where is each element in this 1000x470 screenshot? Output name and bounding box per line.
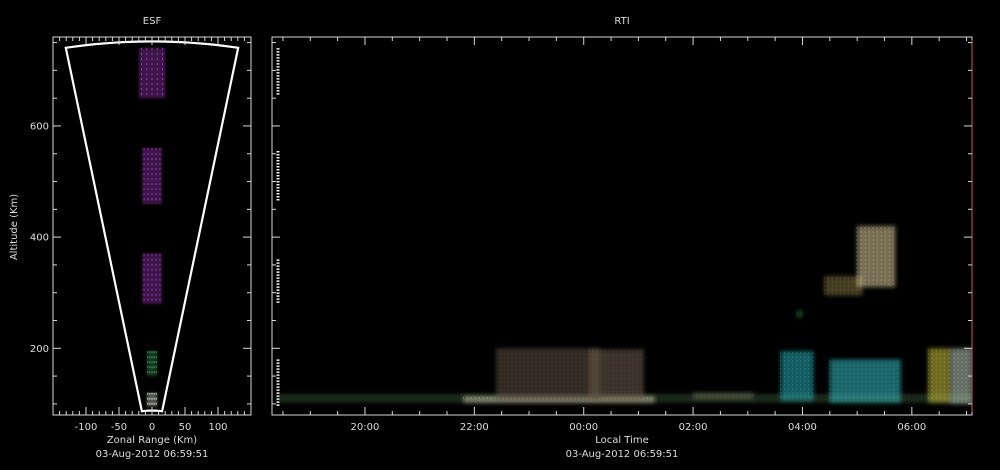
esf-x-tick-label: -50 bbox=[111, 422, 127, 433]
esf-x-tick-label: -100 bbox=[75, 422, 98, 433]
rti-x-tick-label: 02:00 bbox=[679, 422, 708, 433]
esf-x-tick-label: 100 bbox=[208, 422, 227, 433]
esf-y-axis-label: Altitude (Km) bbox=[9, 194, 20, 260]
rti-echo-patch bbox=[829, 359, 901, 403]
esf-panel: ESF -100 -50 0 50 100 200 400 600 Zonal Range … bbox=[9, 16, 252, 460]
esf-title: ESF bbox=[143, 16, 162, 27]
esf-x-tick-label: 50 bbox=[179, 422, 192, 433]
esf-x-axis-label: Zonal Range (Km) bbox=[107, 435, 197, 446]
rti-echo-patch bbox=[796, 310, 803, 318]
rti-x-tick-label: 20:00 bbox=[351, 422, 380, 433]
rti-echo-patch bbox=[856, 226, 896, 288]
rti-timestamp: 03-Aug-2012 06:59:51 bbox=[566, 449, 679, 460]
rti-echo-patch bbox=[692, 392, 754, 400]
esf-echo-patch bbox=[146, 351, 158, 377]
esf-echo-patch bbox=[138, 48, 166, 99]
rti-echo-patch bbox=[927, 348, 951, 403]
esf-echo-patch bbox=[146, 392, 158, 407]
rti-x-tick-label: 04:00 bbox=[788, 422, 817, 433]
rti-x-tick-label: 00:00 bbox=[569, 422, 598, 433]
esf-y-tick-label: 400 bbox=[30, 233, 49, 244]
rti-echo-patch bbox=[780, 351, 814, 402]
rti-panel: RTI 20:00 22:00 00:00 02:00 04:00 06:00 Local… bbox=[271, 16, 973, 460]
esf-echo-layer bbox=[138, 48, 166, 407]
esf-timestamp: 03-Aug-2012 06:59:51 bbox=[96, 449, 209, 460]
esf-rti-figure: ESF -100 -50 0 50 100 200 400 600 Zonal Range … bbox=[9, 16, 973, 460]
rti-x-tick-label: 06:00 bbox=[897, 422, 926, 433]
rti-echo-patch bbox=[823, 276, 863, 296]
esf-echo-patch bbox=[142, 253, 162, 304]
rti-title: RTI bbox=[614, 16, 629, 27]
rti-x-tick-label: 22:00 bbox=[460, 422, 489, 433]
esf-y-tick-label: 200 bbox=[30, 344, 49, 355]
esf-x-tick-label: 0 bbox=[149, 422, 155, 433]
esf-echo-patch bbox=[142, 148, 162, 204]
rti-x-axis-label: Local Time bbox=[595, 435, 649, 446]
rti-echo-patch bbox=[588, 349, 644, 400]
esf-y-tick-label: 600 bbox=[30, 121, 49, 132]
rti-echo-patch bbox=[495, 348, 601, 400]
rti-echo-layer bbox=[276, 226, 972, 404]
